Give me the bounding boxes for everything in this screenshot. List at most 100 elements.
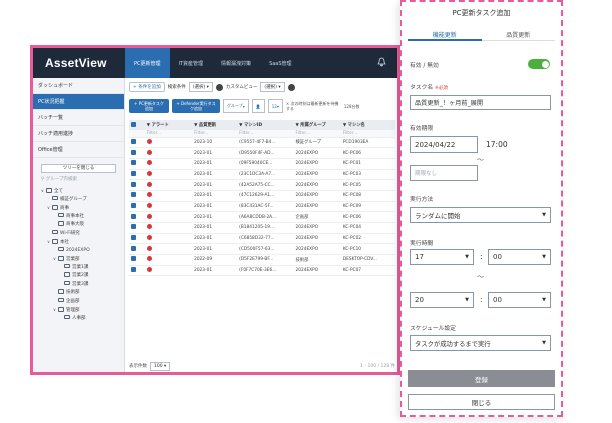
table-row[interactable]: 2023-01 (D9550F4F-AD... 2024EXPO KC-PC06 (129, 147, 395, 159)
filter-input[interactable]: Filter... (237, 130, 294, 138)
table-row[interactable]: 2023-01 (83C431AC-5F... 2024EXPO KC-PC09 (129, 201, 395, 213)
row-checkbox[interactable] (129, 222, 145, 234)
pagination[interactable]: 1 - 100 / 128 件 (360, 363, 395, 369)
add-defender-task-button[interactable]: + Defender実行タスク追加 (172, 99, 220, 113)
alert-icon (144, 169, 193, 181)
tree-node[interactable]: 営業3課 (33, 280, 124, 290)
gear-icon[interactable] (215, 83, 223, 91)
tree-node[interactable]: 商事本社 (33, 212, 124, 222)
row-checkbox[interactable] (129, 158, 145, 170)
exec-method-select[interactable]: ランダムに開始 ▼ (410, 207, 551, 223)
end-hour-select[interactable]: 20 ▼ (410, 292, 474, 308)
table-row[interactable]: 2023-01 (B1841205-19... 2024EXPO KC-PC04 (129, 222, 395, 234)
expiry-date-input[interactable]: 2024/04/22 (410, 136, 478, 153)
column-header-machine-id[interactable]: ▼ マシンID (237, 120, 294, 130)
row-checkbox[interactable] (129, 190, 145, 202)
select-all-checkbox[interactable] (129, 120, 145, 130)
tree-node[interactable]: 営業1課 (33, 263, 124, 273)
custom-view-select[interactable]: (選択) ▾ (260, 82, 285, 92)
row-checkbox[interactable] (129, 179, 145, 191)
tree-node[interactable]: ∨ 管理部 (33, 306, 124, 315)
end-date-input[interactable]: 期限なし (410, 165, 478, 181)
tree-node[interactable]: 2024EXPO (33, 246, 124, 256)
tree-node[interactable]: 営業2課 (33, 272, 124, 281)
table-row[interactable]: 2022-09 (D5F2E799-BF... 技術部 DESKTOP-CDV... (129, 254, 395, 266)
sidebar-item-dashboard[interactable]: ダッシュボード (33, 78, 124, 94)
tree-node[interactable]: ∨ 商事 (33, 204, 124, 213)
add-condition-button[interactable]: + 条件を追加 (129, 82, 165, 92)
group-select[interactable]: グループ ▾ (223, 99, 249, 113)
nav-tab-it-asset[interactable]: IT資産管理 (170, 48, 213, 78)
tree-node[interactable]: 企画部 (33, 297, 124, 307)
row-checkbox[interactable] (129, 137, 145, 149)
table-row[interactable]: 2023-10 (C9557-4F7-B4... 検証グループ PCD1903EA (129, 137, 395, 149)
add-pc-update-task-button[interactable]: + PC更新タスク追加 (129, 99, 169, 113)
table-row[interactable]: 2023-01 (C6858D32-77... 2024EXPO KC-PC02 (129, 233, 395, 245)
tree-node[interactable]: Wi-Fi研究 (33, 229, 124, 239)
table-row[interactable]: 2023-01 (47C12629-A1... 2024EXPO KC-PC08 (129, 190, 395, 202)
schedule-select[interactable]: タスクが成功するまで実行 ▼ (410, 335, 551, 351)
tab-quality-update[interactable]: 品質更新 (481, 28, 555, 41)
tree-node[interactable]: 商事大阪 (33, 221, 124, 230)
filter-input[interactable]: Filter... (293, 130, 341, 138)
tree-node[interactable]: ∨ 営業部 (33, 255, 124, 264)
sidebar-item-pc-status[interactable]: PC状況把握 (33, 94, 124, 110)
bell-icon[interactable] (377, 57, 387, 67)
enabled-toggle[interactable] (528, 59, 550, 69)
tree-node[interactable]: 検証グループ (33, 195, 124, 205)
end-minute-select[interactable]: 00 ▼ (488, 292, 551, 308)
sidebar-item-batch-progress[interactable]: バッチ適用進捗 (33, 126, 124, 142)
sidebar-item-batch-list[interactable]: バッチ一覧 (33, 110, 124, 126)
tree-node[interactable]: 人事部 (33, 314, 124, 324)
column-header-machine-name[interactable]: ▼ マシン名 (340, 120, 395, 130)
row-checkbox[interactable] (129, 243, 145, 256)
table-row[interactable]: 2023-01 (CD500F57-63... 2024EXPO KC-PC10 (129, 243, 395, 256)
app-window: AssetView PC更新管理 IT資産管理 情報漏洩対策 SaaS管理 ダッ… (30, 45, 400, 375)
tree-node-label: 商事本社 (66, 213, 84, 219)
column-header-quality-update[interactable]: ▼ 品質更新 (192, 120, 238, 130)
person-icon[interactable]: 👤 (251, 99, 265, 113)
row-checkbox[interactable] (129, 211, 145, 223)
nav-tab-leak-prevention[interactable]: 情報漏洩対策 (212, 48, 260, 78)
row-checkbox[interactable] (129, 147, 145, 159)
table-row[interactable]: 2023-01 (A6ABCDDB-2A... 企画部 KC-PC06 (129, 211, 395, 223)
tab-feature-update[interactable]: 機能更新 (408, 28, 482, 41)
table-row[interactable]: 2023-01 (23C1DC3A-A7... 2024EXPO KC-PC03 (129, 169, 395, 181)
tree-node[interactable]: ∨ 全て (33, 187, 124, 196)
expiry-time-input[interactable]: 17:00 (486, 140, 508, 149)
filter-input[interactable]: Filter... (144, 130, 193, 138)
alert-icon (144, 243, 193, 256)
filter-input[interactable]: Filter... (340, 130, 395, 138)
column-header-alert[interactable]: ▼ アラート (144, 120, 193, 130)
table-row[interactable]: 2023-01 (F0F7C70E-3E6... 2024EXPO KC-PC07 (129, 265, 395, 277)
filter-input[interactable]: Filter... (192, 130, 238, 138)
column-header-group[interactable]: ▼ 所属グループ (293, 120, 341, 130)
start-hour-select[interactable]: 17 ▼ (410, 249, 474, 265)
tree-node[interactable]: ∨ 本社 (33, 238, 124, 247)
table-header: ▼ アラート ▼ 品質更新 ▼ マシンID ▼ 所属グループ ▼ マシン名 (129, 120, 395, 130)
alert-icon (144, 265, 193, 277)
start-minute-select[interactable]: 00 ▼ (488, 249, 551, 265)
register-button[interactable]: 登録 (408, 370, 555, 387)
table-row[interactable]: 2023-01 (09F59040CE... 2024EXPO KC-PC01 (129, 158, 395, 170)
tree-search-input[interactable]: ⚲ グループ内検索 (41, 176, 116, 184)
tree-node[interactable]: 技術部 (33, 289, 124, 298)
row-checkbox[interactable] (129, 254, 145, 266)
per-page-dropdown[interactable]: 100 ▾ (150, 361, 171, 371)
close-button[interactable]: 閉じる (408, 394, 555, 410)
nav-tab-pc-update[interactable]: PC更新管理 (125, 48, 170, 78)
sidebar-item-office[interactable]: Office管理 (33, 142, 124, 158)
search-condition-select[interactable]: (選択) ▾ (188, 82, 213, 92)
task-name-input[interactable]: 品質更新_！ヶ月前_展開 (410, 95, 551, 110)
nav-tab-saas[interactable]: SaaS管理 (260, 48, 300, 78)
row-checkbox[interactable] (129, 233, 145, 245)
per-page-select[interactable]: 12 ▾ (267, 99, 283, 113)
row-checkbox[interactable] (129, 265, 145, 277)
row-checkbox[interactable] (129, 201, 145, 213)
row-checkbox[interactable] (129, 169, 145, 181)
gear-icon[interactable] (287, 83, 295, 91)
collapse-tree-button[interactable]: ツリーを閉じる (41, 164, 116, 173)
app-logo[interactable]: AssetView (33, 56, 125, 70)
table-row[interactable]: 2023-01 (42A52A75-CC... 2024EXPO KC-PC05 (129, 179, 395, 191)
alert-icon (144, 222, 193, 234)
